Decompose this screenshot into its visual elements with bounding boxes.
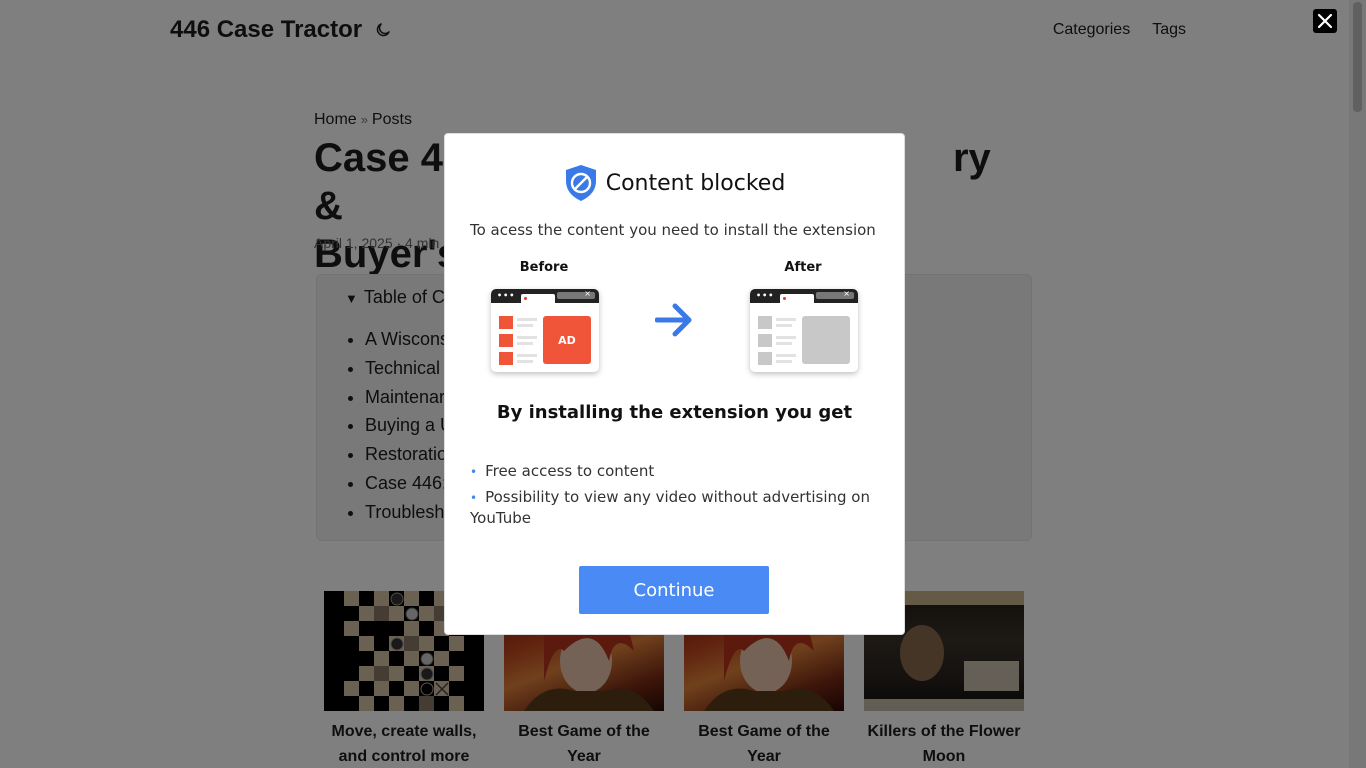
browser-before-illustration: ••• × AD: [491, 289, 599, 372]
benefit-text: Free access to content: [485, 462, 655, 480]
browser-close-before: ×: [584, 289, 591, 298]
close-icon[interactable]: [1313, 9, 1337, 33]
modal-header: Content blocked: [445, 164, 904, 202]
benefit-text: Possibility to view any video without ad…: [470, 488, 870, 527]
before-label: Before: [519, 260, 569, 275]
benefit-item: • Free access to content: [470, 461, 870, 482]
content-blocked-modal: Content blocked To acess the content you…: [444, 133, 905, 635]
arrow-right-icon: [655, 303, 692, 337]
modal-title: Content blocked: [605, 170, 786, 196]
browser-close-after: ×: [843, 289, 850, 298]
browser-after-illustration: ••• ×: [750, 289, 858, 372]
benefit-list: • Free access to content • Possibility to …: [470, 461, 870, 533]
bullet-icon: •: [470, 465, 478, 479]
ad-block: AD: [543, 316, 591, 364]
modal-subtitle: To acess the content you need to install…: [470, 221, 876, 239]
benefit-item: • Possibility to view any video without a…: [470, 487, 870, 528]
browser-dots-before: •••: [497, 291, 516, 300]
browser-dots-after: •••: [756, 291, 775, 300]
blank-content-block: [802, 316, 850, 364]
shield-block-icon: [565, 165, 596, 201]
after-label: After: [784, 260, 822, 275]
continue-button[interactable]: Continue: [579, 566, 769, 614]
benefit-title: By installing the extension you get: [496, 402, 853, 423]
bullet-icon: •: [470, 491, 478, 505]
